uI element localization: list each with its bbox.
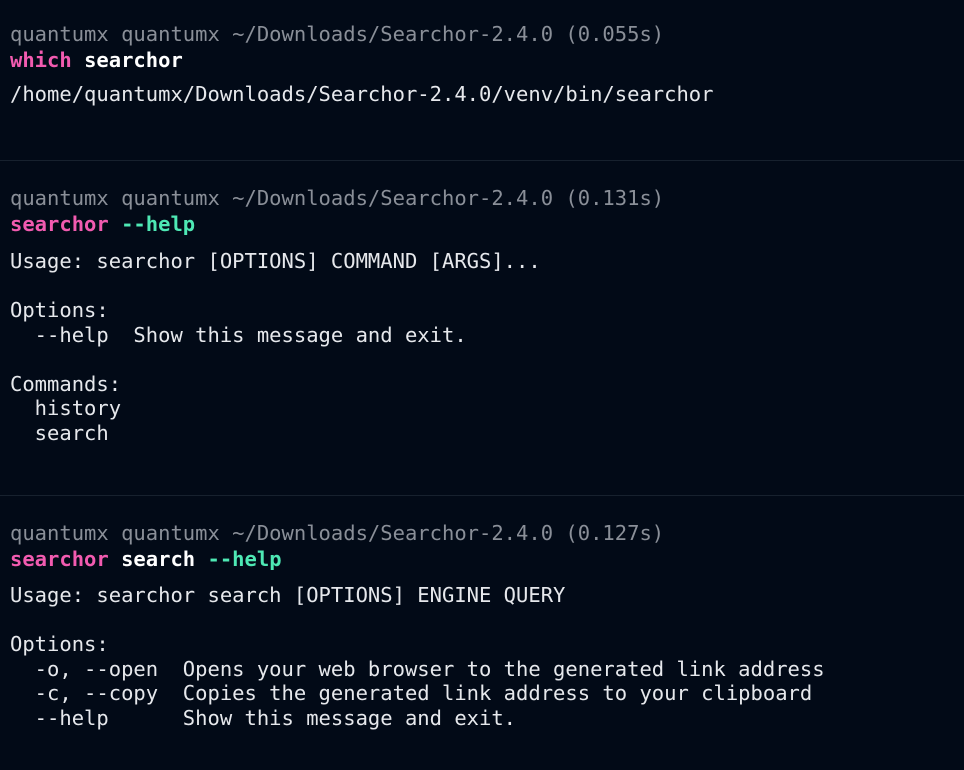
block-divider <box>0 495 964 496</box>
command-line[interactable]: searchor search --help <box>10 546 964 572</box>
terminal-block-2: quantumx quantumx ~/Downloads/Searchor-2… <box>10 185 964 445</box>
block-divider <box>0 160 964 161</box>
command-flag: --help <box>207 547 282 571</box>
prompt-line: quantumx quantumx ~/Downloads/Searchor-2… <box>10 521 665 545</box>
command-flag: --help <box>121 212 196 236</box>
command-line[interactable]: searchor --help <box>10 211 964 237</box>
command-argument: search <box>121 547 196 571</box>
command-program: searchor <box>10 547 109 571</box>
command-program: which <box>10 48 72 72</box>
terminal-block-1: quantumx quantumx ~/Downloads/Searchor-2… <box>10 21 964 107</box>
command-program: searchor <box>10 212 109 236</box>
command-output: Usage: searchor search [OPTIONS] ENGINE … <box>10 583 825 730</box>
command-argument: searchor <box>84 48 183 72</box>
prompt-line: quantumx quantumx ~/Downloads/Searchor-2… <box>10 186 665 210</box>
command-line[interactable]: which searchor <box>10 47 964 73</box>
command-output: /home/quantumx/Downloads/Searchor-2.4.0/… <box>10 82 714 106</box>
command-output: Usage: searchor [OPTIONS] COMMAND [ARGS]… <box>10 249 541 445</box>
terminal-block-3: quantumx quantumx ~/Downloads/Searchor-2… <box>10 520 964 730</box>
prompt-line: quantumx quantumx ~/Downloads/Searchor-2… <box>10 22 665 46</box>
